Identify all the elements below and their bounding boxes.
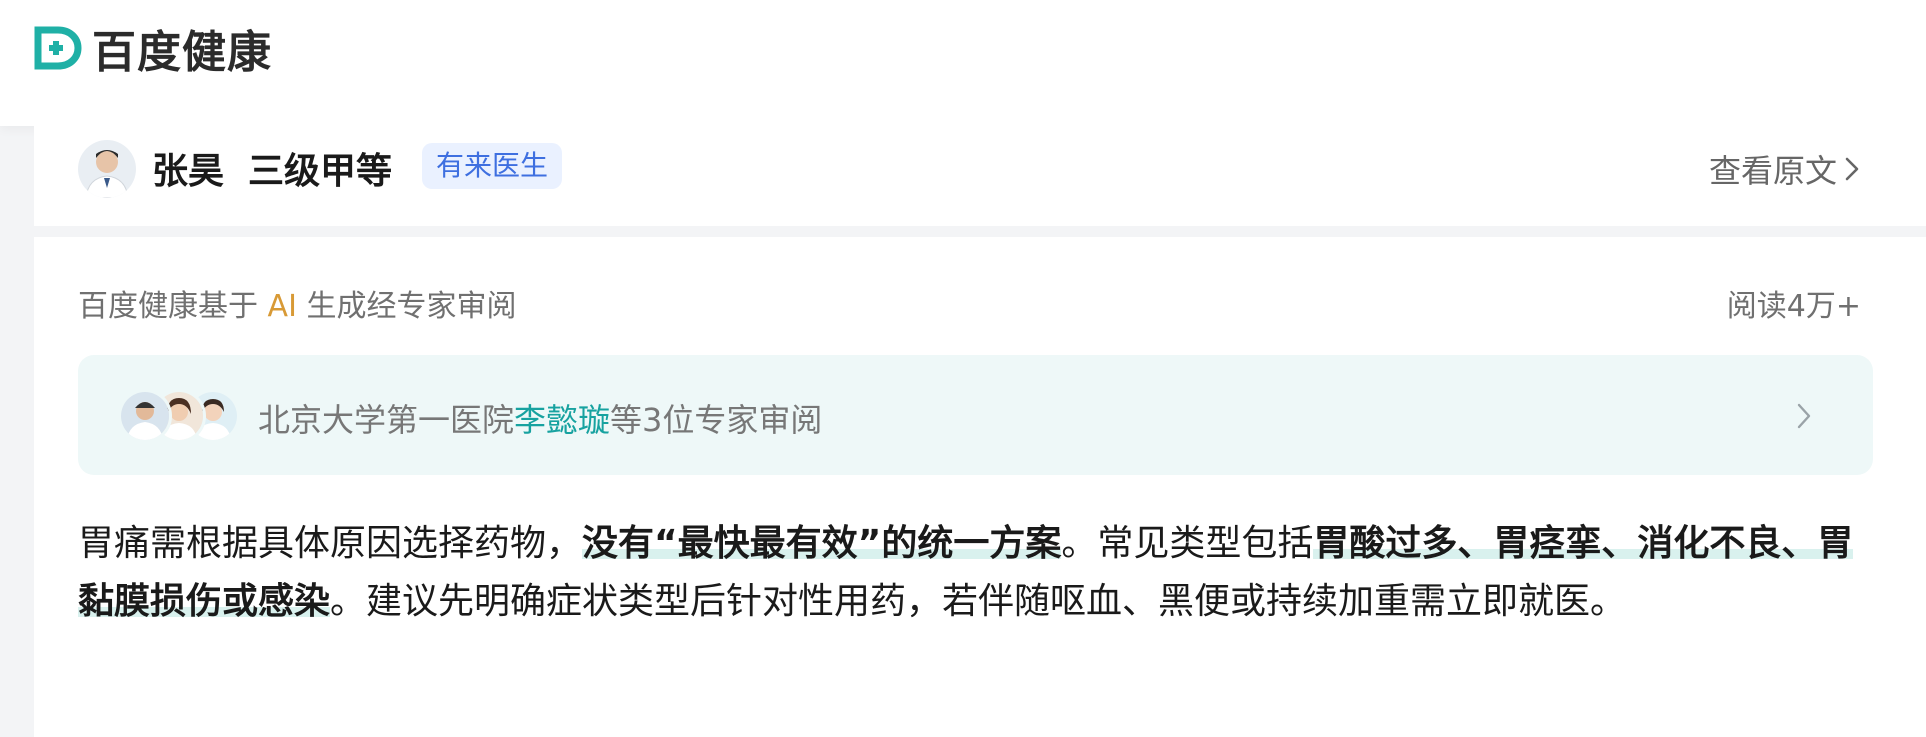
answer-segment: 。建议先明确症状类型后针对性用药，若伴随呕血、黑便或持续加重需立即就医。 [330,581,1627,622]
reviewer-avatar [118,389,172,443]
ai-note-prefix: 百度健康基于 [78,289,268,324]
review-text: 北京大学第一医院李懿璇等3位专家审阅 [258,395,822,441]
reviewer-avatars [118,389,240,445]
ai-label: AI [267,289,297,324]
view-original-link[interactable]: 查看原文 [1709,146,1837,192]
doctor-card: 张昊 三级甲等 有来医生 查看原文 [34,126,1926,226]
hospital-level: 三级甲等 [248,151,393,192]
doctor-avatar[interactable] [78,140,136,198]
answer-highlight: 没有“最快最有效”的统一方案 [582,523,1062,564]
expert-review-banner[interactable]: 北京大学第一医院李懿璇等3位专家审阅 [78,355,1873,475]
read-count: 阅读4万+ [1726,289,1861,324]
top-bar: 百度健康 [0,0,1926,126]
brand-name: 百度健康 [92,27,272,78]
review-suffix: 等3位专家审阅 [610,401,823,439]
doctor-avatar-image [78,140,136,198]
review-expert-name[interactable]: 李懿璇 [514,401,610,439]
answer-segment: 。常见类型包括 [1061,523,1314,564]
answer-text: 胃痛需根据具体原因选择药物，没有“最快最有效”的统一方案。常见类型包括胃酸过多、… [78,515,1888,631]
ai-note-suffix: 生成经专家审阅 [296,289,517,324]
chevron-right-icon[interactable] [1841,156,1863,182]
baidu-health-logo-icon [34,26,82,70]
answer-segment: 胃痛需根据具体原因选择药物， [78,523,583,564]
chevron-right-icon[interactable] [1793,401,1815,431]
brand-logo[interactable]: 百度健康 [34,22,272,78]
source-badge: 有来医生 [422,143,563,189]
review-hospital: 北京大学第一医院 [258,401,515,439]
doctor-name[interactable]: 张昊 [152,142,224,194]
answer-card: 百度健康基于 AI 生成经专家审阅 阅读4万+ 北京大学第一医院李懿璇等3位专家… [34,237,1926,737]
ai-generated-note: 百度健康基于 AI 生成经专家审阅 [78,281,516,325]
